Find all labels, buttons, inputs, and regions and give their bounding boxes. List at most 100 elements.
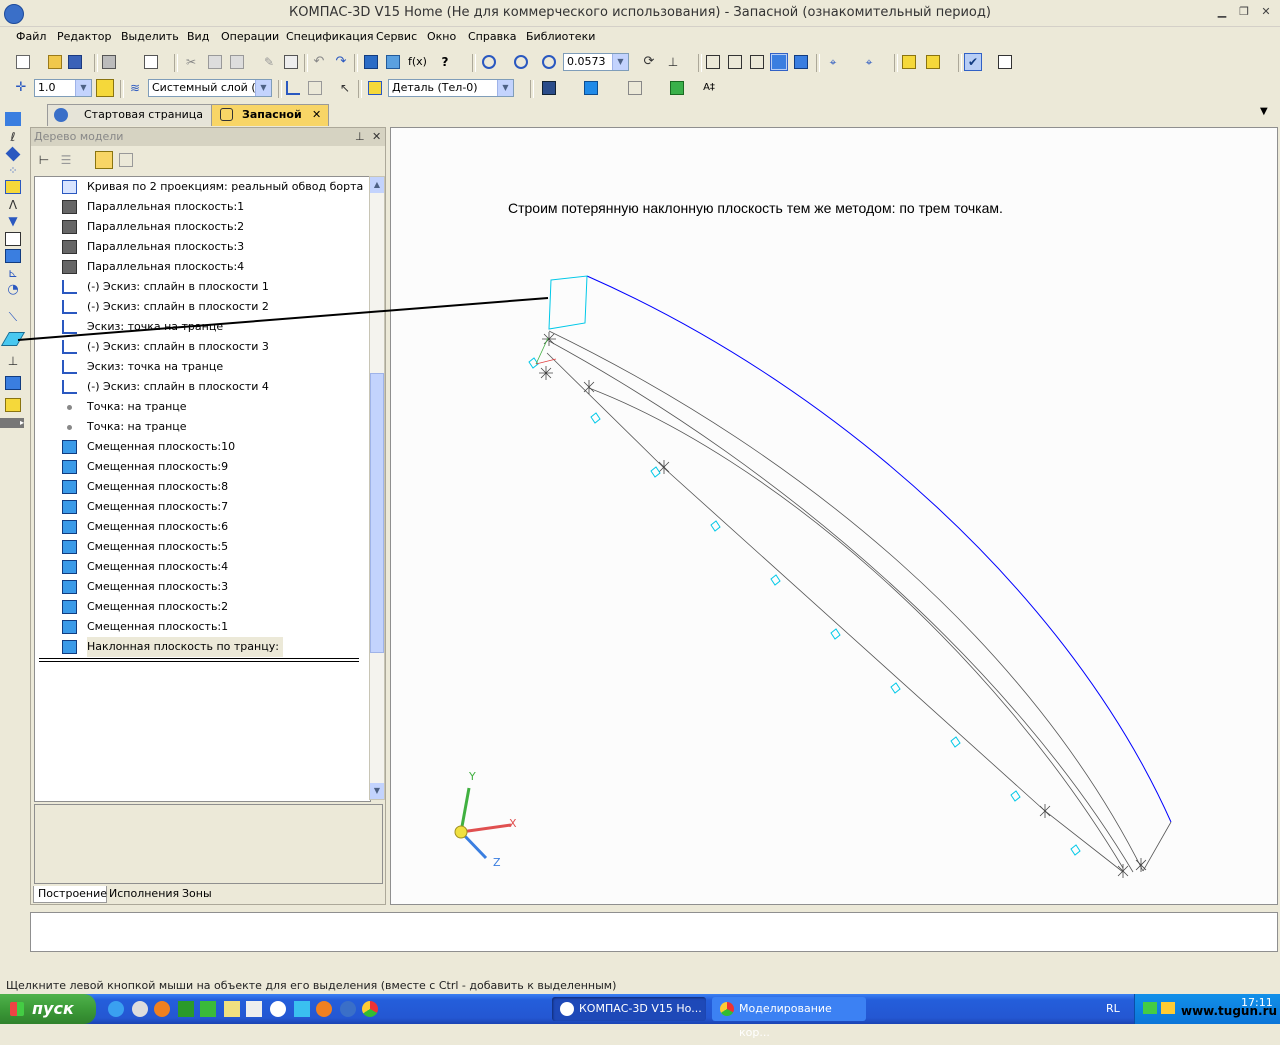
snap-icon[interactable]: ⌖: [860, 53, 878, 71]
zoom-scale-combo[interactable]: 0.0573 ▼: [563, 53, 629, 71]
task-kompas[interactable]: КОМПАС-3D V15 Ho...: [552, 997, 706, 1021]
help-pointer-icon[interactable]: ?: [436, 53, 454, 71]
spec-icon[interactable]: [5, 232, 21, 246]
dimensions-icon[interactable]: ⊾: [5, 266, 21, 280]
blue-solid-icon[interactable]: [582, 79, 600, 97]
tree-item[interactable]: Эскиз: точка на транце: [35, 357, 369, 377]
tree-item[interactable]: Параллельная плоскость:2: [35, 217, 369, 237]
sketch-tool-icon[interactable]: [284, 79, 302, 97]
tree-item[interactable]: (-) Эскиз: сплайн в плоскости 3: [35, 337, 369, 357]
wireframe-icon[interactable]: [704, 53, 722, 71]
paste-icon[interactable]: [228, 53, 246, 71]
ie-icon[interactable]: [108, 1001, 124, 1017]
pin-icon[interactable]: ⊥: [355, 128, 365, 146]
open-folder-button[interactable]: [46, 53, 64, 71]
spatial-curves-icon[interactable]: ℓ: [5, 130, 21, 144]
notepad-icon[interactable]: [224, 1001, 240, 1017]
filter-icon[interactable]: ⌖: [824, 53, 842, 71]
firefox-icon[interactable]: [154, 1001, 170, 1017]
tree-item[interactable]: Точка: на транце: [35, 417, 369, 437]
grid-snap-icon[interactable]: [96, 79, 114, 97]
undo-button[interactable]: ↶: [310, 53, 328, 71]
tab-versions[interactable]: Исполнения: [109, 886, 179, 902]
menu-libraries[interactable]: Библиотеки: [526, 30, 595, 43]
coordinates-icon[interactable]: ✛: [12, 79, 30, 97]
tree-view-icon[interactable]: ☰: [57, 151, 75, 169]
blender-icon[interactable]: [316, 1001, 332, 1017]
app-icon[interactable]: [200, 1001, 216, 1017]
menu-help[interactable]: Справка: [468, 30, 516, 43]
green-tool-icon[interactable]: [668, 79, 686, 97]
connection-point-icon[interactable]: [5, 398, 21, 412]
filter-tool-icon[interactable]: ▼: [5, 214, 21, 228]
tree-item[interactable]: Смещенная плоскость:8: [35, 477, 369, 497]
tree-item[interactable]: Смещенная плоскость:6: [35, 517, 369, 537]
tab-build[interactable]: Построение: [33, 886, 107, 903]
copy-icon[interactable]: [206, 53, 224, 71]
menu-select[interactable]: Выделить: [121, 30, 179, 43]
preview-button[interactable]: [142, 53, 160, 71]
close-panel-icon[interactable]: ✕: [372, 128, 381, 146]
fx-icon[interactable]: f(x): [406, 53, 427, 71]
tree-hide-icon[interactable]: [117, 151, 135, 169]
tree-item[interactable]: Смещенная плоскость:3: [35, 577, 369, 597]
tree-structure-icon[interactable]: ⊢: [35, 151, 53, 169]
menu-file[interactable]: Файл: [16, 30, 46, 43]
tree-item[interactable]: Смещенная плоскость:9: [35, 457, 369, 477]
menu-editor[interactable]: Редактор: [57, 30, 112, 43]
properties-icon[interactable]: ✎: [260, 53, 278, 71]
detail-combo[interactable]: Деталь (Тел-0) ▼: [388, 79, 514, 97]
menu-view[interactable]: Вид: [187, 30, 209, 43]
thin-lines-icon[interactable]: [748, 53, 766, 71]
close-window-button[interactable]: ✕: [1258, 5, 1274, 19]
app-icon[interactable]: [246, 1001, 262, 1017]
new-file-button[interactable]: [14, 53, 32, 71]
menu-operations[interactable]: Операции: [221, 30, 279, 43]
detail-icon[interactable]: [366, 79, 384, 97]
table-icon[interactable]: [996, 53, 1014, 71]
tree-item[interactable]: (-) Эскиз: сплайн в плоскости 1: [35, 277, 369, 297]
lcs-icon[interactable]: ⊥: [5, 354, 21, 368]
tree-item[interactable]: Параллельная плоскость:3: [35, 237, 369, 257]
scroll-down-icon[interactable]: ▼: [370, 783, 384, 799]
cube-yellow-icon[interactable]: [900, 53, 918, 71]
tray-icon[interactable]: [1161, 1002, 1175, 1014]
zoom-scale-icon[interactable]: [540, 53, 558, 71]
expand-toolbar-icon[interactable]: ▸: [0, 418, 24, 428]
tree-item[interactable]: Параллельная плоскость:4: [35, 257, 369, 277]
check-icon[interactable]: ✔: [964, 53, 982, 71]
start-button[interactable]: пуск: [0, 994, 96, 1024]
reports-icon[interactable]: [5, 249, 21, 263]
zoom-window-icon[interactable]: [480, 53, 498, 71]
tab-start-page[interactable]: Стартовая страница: [47, 104, 225, 126]
rotate-icon[interactable]: ⟳: [640, 53, 658, 71]
minimize-button[interactable]: ▁: [1214, 5, 1230, 19]
layers-icon[interactable]: ≋: [126, 79, 144, 97]
chrome-icon[interactable]: [362, 1001, 378, 1017]
save-button[interactable]: [66, 53, 84, 71]
tree-item[interactable]: Смещенная плоскость:1: [35, 617, 369, 637]
pointer-icon[interactable]: ↖: [336, 79, 354, 97]
list-icon[interactable]: [282, 53, 300, 71]
auxiliary-geometry-icon[interactable]: [5, 180, 21, 194]
sheet-metal-icon[interactable]: Ʌ: [5, 198, 21, 212]
axis-icon[interactable]: ⟍: [5, 310, 21, 324]
arrays-icon[interactable]: ⁘: [5, 164, 21, 178]
manager-icon[interactable]: [362, 53, 380, 71]
close-tab-icon[interactable]: ✕: [312, 105, 321, 125]
scroll-up-icon[interactable]: ▲: [370, 177, 384, 193]
hidden-lines-icon[interactable]: [726, 53, 744, 71]
task-chrome[interactable]: Моделирование кор...: [712, 997, 866, 1039]
shaded-edges-icon[interactable]: [792, 53, 810, 71]
tree-item[interactable]: Наклонная плоскость по транцу:: [35, 637, 369, 657]
tree-mode-icon[interactable]: [95, 151, 113, 169]
orientation-icon[interactable]: ⊥: [664, 53, 682, 71]
tab-zones[interactable]: Зоны: [182, 886, 212, 902]
app-icon[interactable]: [132, 1001, 148, 1017]
tree-item[interactable]: Смещенная плоскость:4: [35, 557, 369, 577]
tree-item[interactable]: (-) Эскиз: сплайн в плоскости 2: [35, 297, 369, 317]
measure-icon[interactable]: ◔: [5, 283, 21, 297]
app-icon[interactable]: [178, 1001, 194, 1017]
variables-icon[interactable]: [384, 53, 402, 71]
color-cube-icon[interactable]: [540, 79, 558, 97]
